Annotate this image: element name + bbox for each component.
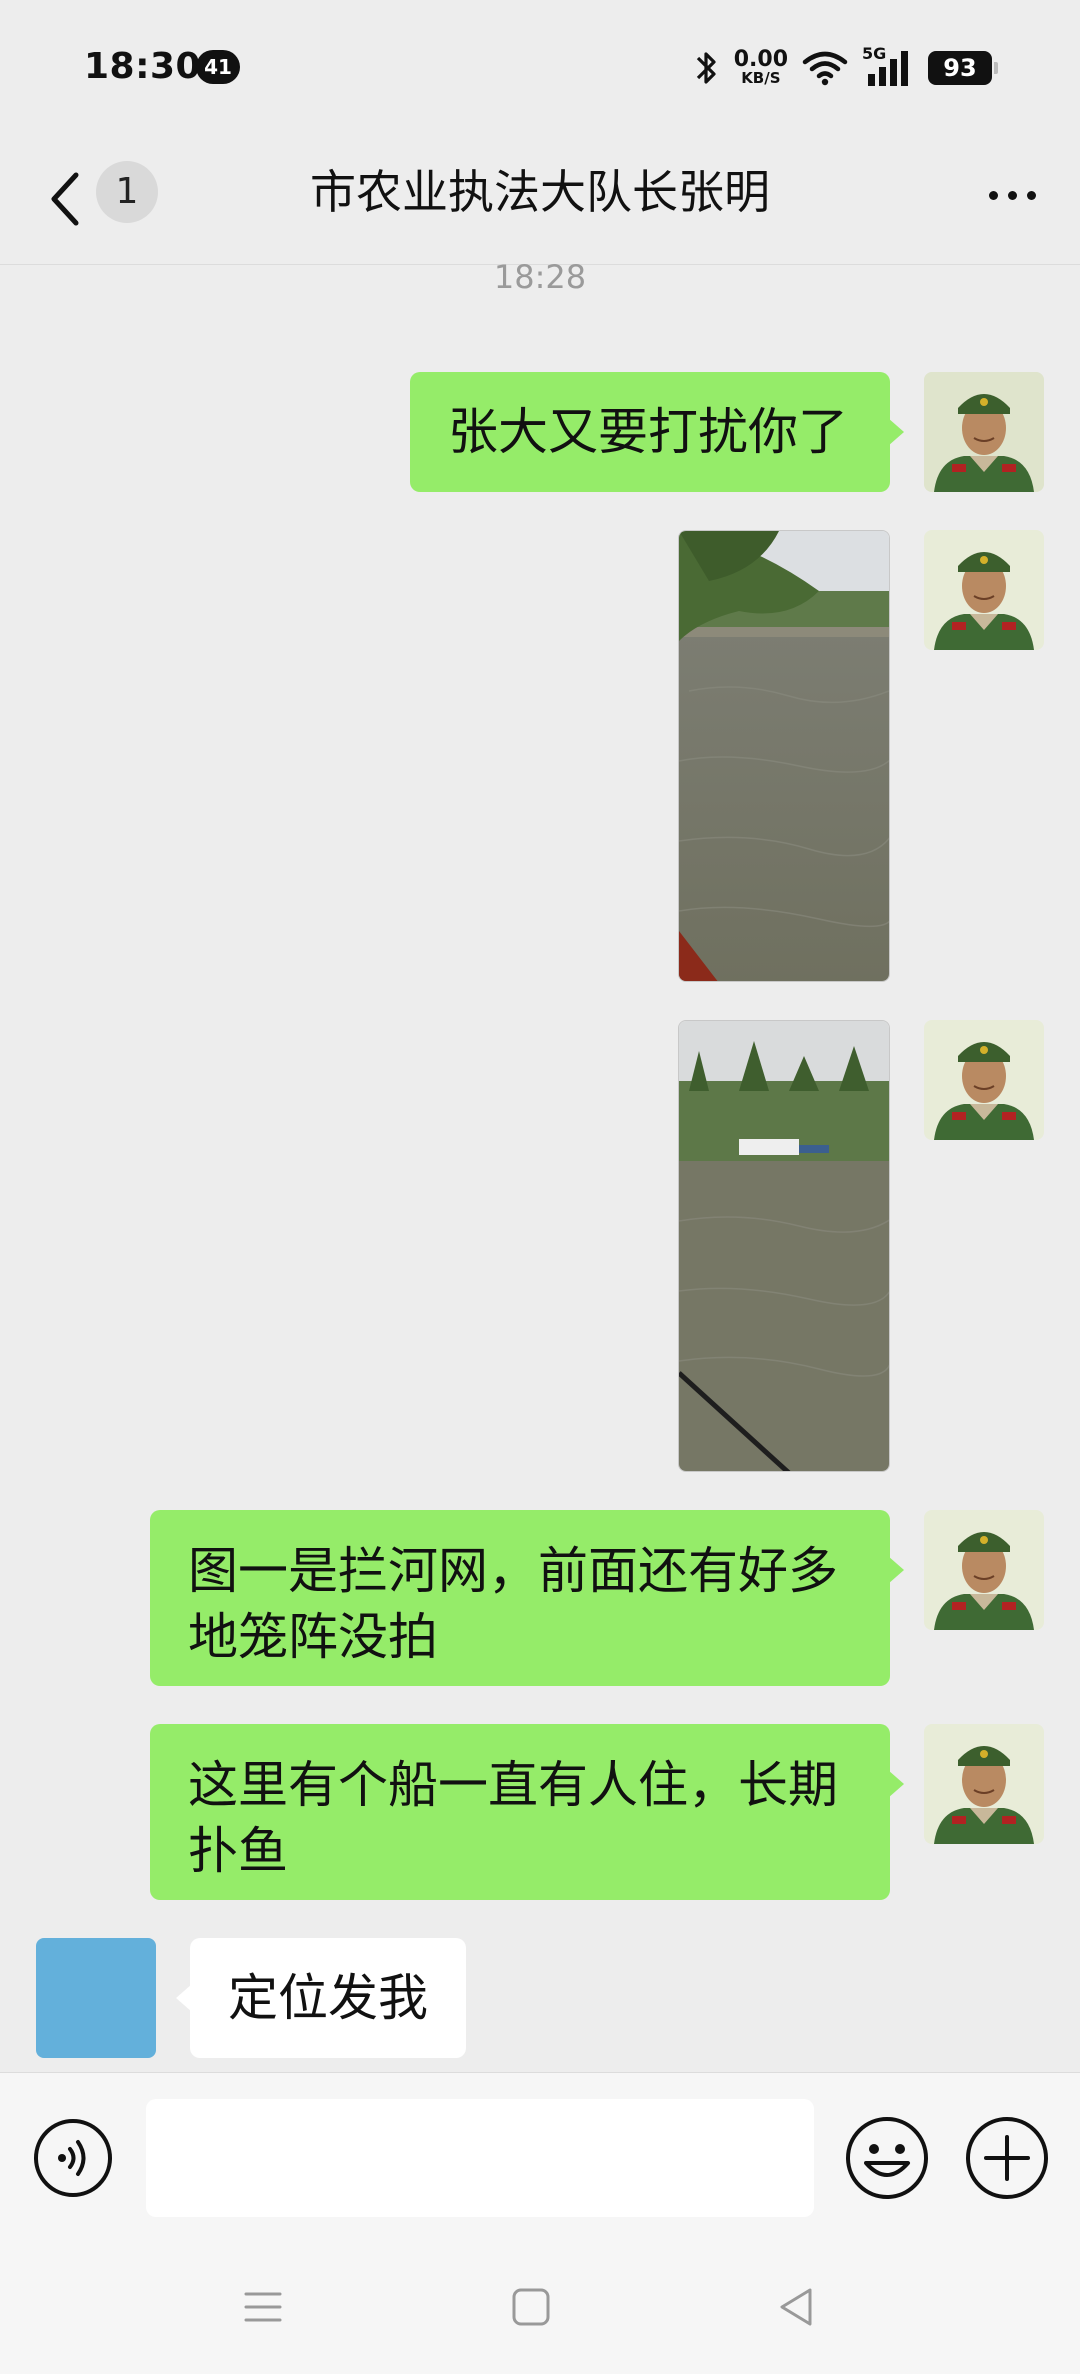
wifi-icon xyxy=(802,51,848,86)
my-avatar[interactable] xyxy=(924,1020,1044,1140)
back-arrow-icon[interactable] xyxy=(40,163,90,235)
emoji-icon[interactable] xyxy=(844,2115,930,2201)
battery-indicator: 93 xyxy=(928,51,998,85)
unread-count-badge[interactable]: 1 xyxy=(96,161,158,223)
message-timestamp: 18:28 xyxy=(493,258,587,296)
network-speed-unit: KB/S xyxy=(741,69,781,87)
plus-icon[interactable] xyxy=(964,2115,1050,2201)
river-photo-1[interactable] xyxy=(678,530,890,982)
home-icon[interactable] xyxy=(508,2284,554,2330)
signal-bars-icon xyxy=(868,51,908,86)
bluetooth-icon xyxy=(696,52,716,84)
message-bubble[interactable]: 张大又要打扰你了 xyxy=(410,372,904,492)
message-text-line: 图一是拦河网，前面还有好多 xyxy=(188,1542,838,1600)
message-text-line: 扑鱼 xyxy=(188,1822,288,1880)
my-avatar[interactable] xyxy=(924,530,1044,650)
chat-screen: 18:30 41 0.00 KB/S 5G 93 1 市农业执法大队长张明 18… xyxy=(0,0,1080,2374)
river-photo-2[interactable] xyxy=(678,1020,890,1472)
message-input[interactable] xyxy=(146,2099,814,2217)
notification-count-badge: 41 xyxy=(196,50,240,84)
my-avatar[interactable] xyxy=(924,1724,1044,1844)
river-photo-2-image xyxy=(679,1021,889,1471)
incoming-message-bubble[interactable]: 定位发我 xyxy=(176,1938,466,2058)
soldier-portrait-icon xyxy=(924,1020,1044,1140)
message-bubble[interactable]: 图一是拦河网，前面还有好多 地笼阵没拍 xyxy=(150,1510,904,1686)
river-photo-1-image xyxy=(679,531,889,981)
my-avatar[interactable] xyxy=(924,372,1044,492)
voice-input-icon[interactable] xyxy=(32,2117,114,2199)
message-text: 张大又要打扰你了 xyxy=(448,403,848,461)
more-dot-icon xyxy=(1026,190,1036,200)
cellular-signal: 5G xyxy=(862,44,914,88)
message-text-line: 地笼阵没拍 xyxy=(188,1608,438,1666)
status-bar: 18:30 41 0.00 KB/S 5G 93 xyxy=(0,0,1080,135)
more-dot-icon xyxy=(1007,190,1017,200)
more-dot-icon xyxy=(988,190,998,200)
soldier-portrait-icon xyxy=(924,530,1044,650)
message-input-bar xyxy=(0,2072,1080,2242)
network-speed: 0.00 KB/S xyxy=(734,49,788,87)
contact-avatar[interactable] xyxy=(36,1938,156,2058)
system-navigation-bar xyxy=(0,2242,1080,2374)
chat-title: 市农业执法大队长张明 xyxy=(310,165,770,219)
system-back-icon[interactable] xyxy=(774,2284,820,2330)
recent-apps-icon[interactable] xyxy=(240,2284,286,2330)
status-icons: 0.00 KB/S 5G 93 xyxy=(694,44,998,92)
soldier-portrait-icon xyxy=(924,1510,1044,1630)
message-text: 定位发我 xyxy=(228,1969,428,2027)
chat-header: 1 市农业执法大队长张明 xyxy=(0,135,1080,265)
status-time: 18:30 xyxy=(84,46,202,87)
message-bubble[interactable]: 这里有个船一直有人住，长期 扑鱼 xyxy=(150,1724,904,1900)
soldier-portrait-icon xyxy=(924,1724,1044,1844)
my-avatar[interactable] xyxy=(924,1510,1044,1630)
message-text-line: 这里有个船一直有人住，长期 xyxy=(188,1756,838,1814)
soldier-portrait-icon xyxy=(924,372,1044,492)
more-options-button[interactable] xyxy=(974,167,1050,223)
